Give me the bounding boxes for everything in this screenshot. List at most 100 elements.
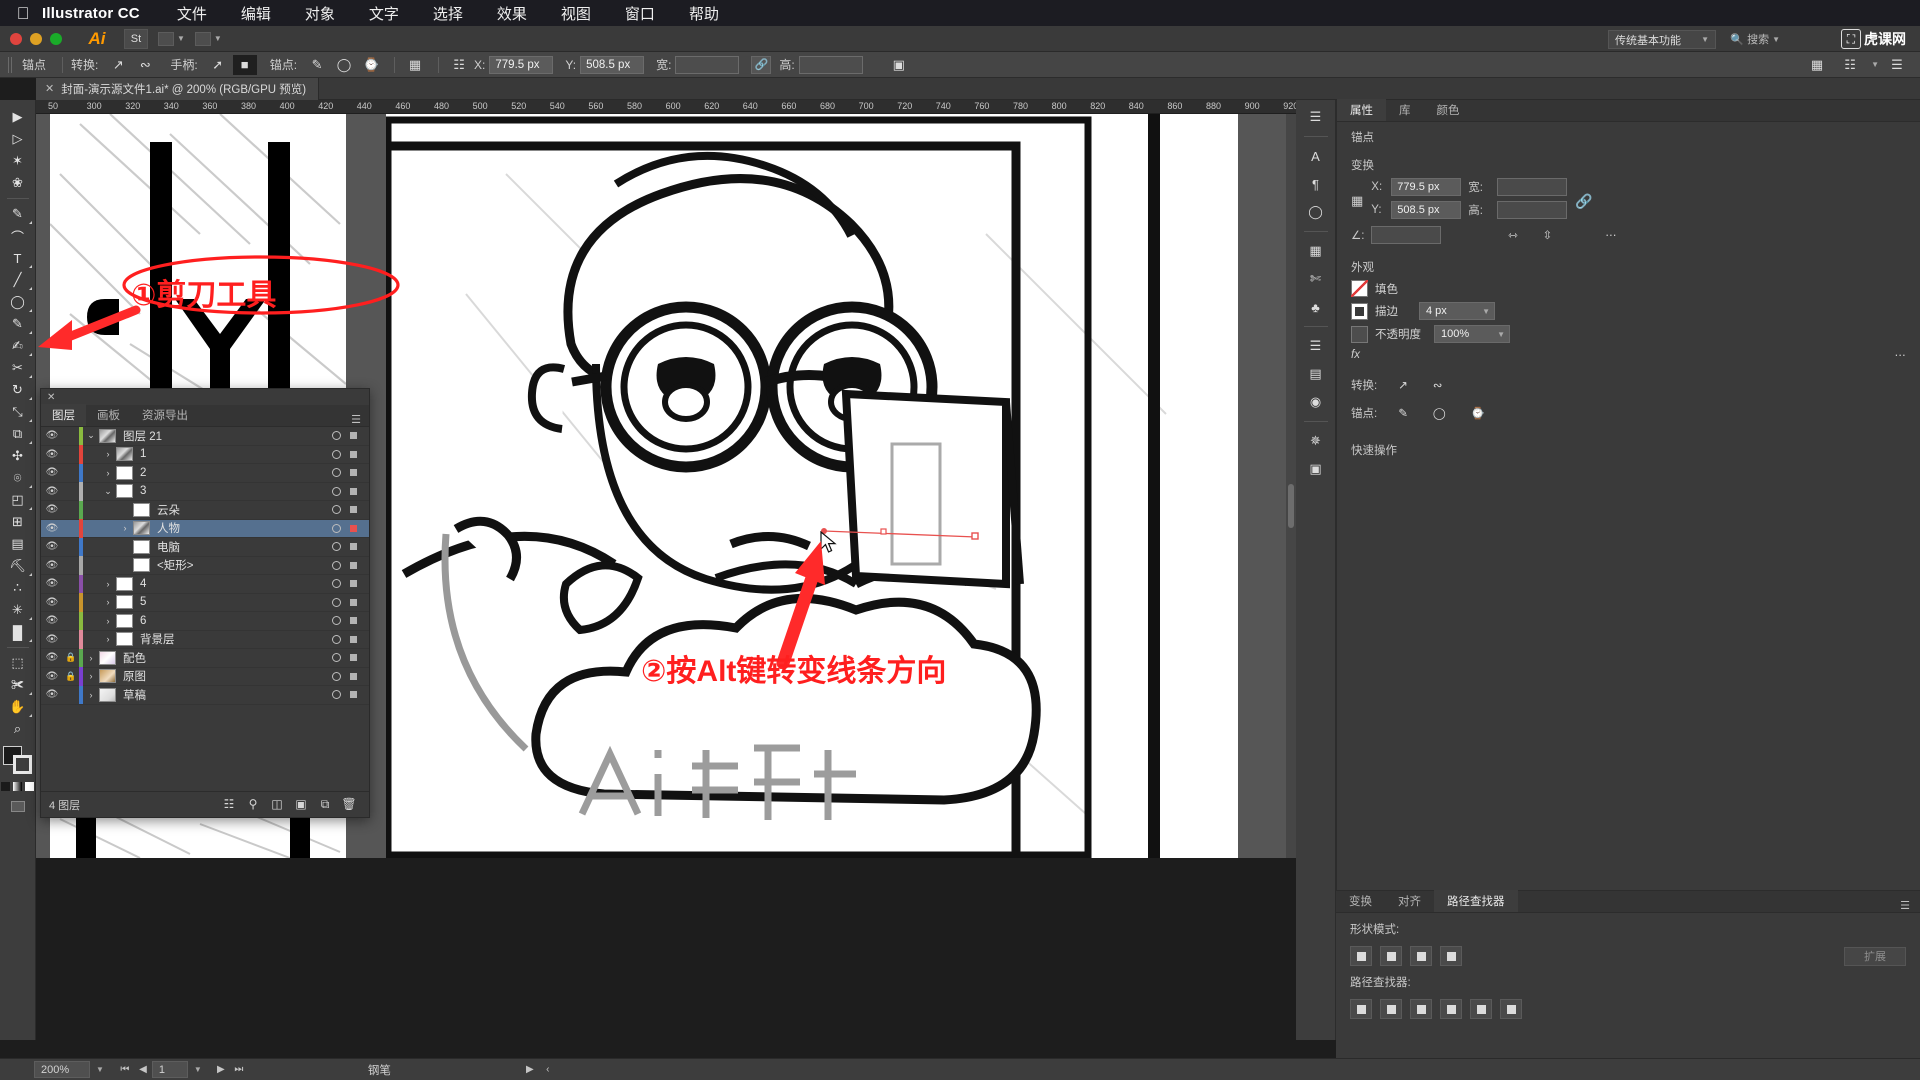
- layer-thumbnail[interactable]: [133, 521, 150, 536]
- tool-column-graph[interactable]: █: [2, 621, 34, 643]
- tool-paintbrush[interactable]: ✎: [2, 313, 34, 335]
- tool-width[interactable]: ⧉: [2, 423, 34, 445]
- panel-menu-icon[interactable]: ☰: [1885, 55, 1909, 75]
- layer-thumbnail[interactable]: [133, 502, 150, 517]
- eye-icon[interactable]: 👁: [41, 578, 63, 589]
- layer-row[interactable]: 👁 › 4: [41, 574, 369, 594]
- tool-slice[interactable]: ✀: [2, 674, 34, 696]
- eye-icon[interactable]: 👁: [41, 652, 63, 663]
- eye-icon[interactable]: 👁: [41, 449, 63, 460]
- tool-hand[interactable]: ✋: [2, 696, 34, 718]
- x-input[interactable]: 779.5 px: [489, 55, 554, 74]
- swatches-icon[interactable]: ▦: [1303, 240, 1329, 262]
- artboards-icon[interactable]: ▣: [1303, 458, 1329, 480]
- stroke-icon[interactable]: ◯: [1303, 201, 1329, 223]
- layer-name[interactable]: 配色: [123, 650, 146, 666]
- locate-object-icon[interactable]: ☷: [217, 797, 241, 812]
- eye-icon[interactable]: 👁: [41, 560, 63, 571]
- tab-layers[interactable]: 图层: [41, 404, 86, 426]
- chevron-right-icon[interactable]: ›: [100, 616, 116, 626]
- chevron-right-icon[interactable]: ›: [100, 634, 116, 644]
- tool-shape-builder[interactable]: ⌾: [2, 467, 34, 489]
- tool-curvature[interactable]: ⌒: [2, 225, 34, 247]
- layer-thumbnail[interactable]: [116, 576, 133, 591]
- artboard-number-input[interactable]: 1: [151, 1061, 188, 1078]
- stroke-row[interactable]: 描边 4 px ▼: [1351, 302, 1906, 320]
- last-artboard-button[interactable]: ⏭: [230, 1064, 248, 1075]
- fx-row[interactable]: fx ⋯: [1351, 348, 1906, 362]
- window-controls[interactable]: [0, 32, 62, 45]
- minimize-window-button[interactable]: [30, 32, 42, 45]
- tool-direct-selection[interactable]: ▷: [2, 128, 34, 150]
- tool-blend[interactable]: ∴: [2, 577, 34, 599]
- layer-row[interactable]: 👁 <矩形>: [41, 556, 369, 575]
- tool-ellipse[interactable]: ◯: [2, 291, 34, 313]
- layer-row[interactable]: 👁 › 人物: [41, 519, 369, 538]
- show-handles-icon[interactable]: ➚: [206, 55, 230, 75]
- x-coordinate-field[interactable]: X: 779.5 px: [474, 55, 554, 74]
- convert-smooth-icon[interactable]: ∾: [1433, 378, 1443, 392]
- anchor-3-icon[interactable]: ⌚: [1471, 406, 1485, 420]
- tab-properties[interactable]: 属性: [1337, 99, 1386, 121]
- tool-perspective-grid[interactable]: ◰: [2, 489, 34, 511]
- menu-item-help[interactable]: 帮助: [672, 3, 736, 24]
- layer-row[interactable]: 👁 › 2: [41, 463, 369, 483]
- first-artboard-button[interactable]: ⏮: [116, 1064, 134, 1075]
- chevron-down-icon[interactable]: ▼: [194, 1065, 202, 1074]
- zoom-level-input[interactable]: 200%: [34, 1061, 90, 1078]
- workspace-switcher[interactable]: 传统基本功能 ▼: [1608, 30, 1716, 49]
- brushes-icon[interactable]: ✄: [1303, 268, 1329, 290]
- layer-name[interactable]: <矩形>: [157, 557, 193, 573]
- tab-transform[interactable]: 变换: [1336, 890, 1385, 912]
- arrange-documents-control[interactable]: ▼: [158, 31, 185, 46]
- layer-name[interactable]: 2: [140, 467, 146, 479]
- screen-mode-buttons[interactable]: [10, 801, 25, 812]
- eye-icon[interactable]: 👁: [41, 634, 63, 645]
- none-swatch-button[interactable]: [25, 782, 34, 791]
- target-circle-icon[interactable]: [332, 431, 341, 441]
- panel-menu-icon[interactable]: ☰: [351, 413, 369, 426]
- flip-vertical-icon[interactable]: ⇳: [1543, 228, 1553, 242]
- eye-icon[interactable]: 👁: [41, 671, 63, 682]
- target-circle-icon[interactable]: [332, 542, 341, 552]
- tool-type[interactable]: T: [2, 247, 34, 269]
- arrange-documents-icon[interactable]: [158, 31, 174, 46]
- apple-logo-icon[interactable]: : [10, 5, 36, 22]
- chevron-down-icon[interactable]: ▼: [1482, 307, 1490, 316]
- layer-row[interactable]: 👁 › 1: [41, 445, 369, 464]
- opacity-input[interactable]: 100% ▼: [1434, 325, 1510, 343]
- chevron-down-icon[interactable]: ⌄: [100, 486, 116, 497]
- layer-thumbnail[interactable]: [116, 632, 133, 647]
- next-artboard-button[interactable]: ▶: [212, 1064, 230, 1075]
- layer-thumbnail[interactable]: [133, 539, 150, 554]
- layer-thumbnail[interactable]: [116, 484, 133, 499]
- delete-layer-icon[interactable]: 🗑: [337, 797, 361, 812]
- search-icon[interactable]: 🔍: [1730, 33, 1744, 46]
- target-circle-icon[interactable]: [332, 579, 341, 589]
- target-circle-icon[interactable]: [332, 560, 341, 570]
- duplicate-layer-icon[interactable]: ⧉: [313, 797, 337, 812]
- hide-handles-icon[interactable]: ■: [232, 54, 257, 75]
- layer-thumbnail[interactable]: [116, 595, 133, 610]
- trim-button[interactable]: [1380, 999, 1402, 1019]
- status-prev-button[interactable]: ‹: [539, 1064, 557, 1075]
- width-field[interactable]: 宽:: [656, 55, 740, 74]
- color-swatch-button[interactable]: [1, 782, 10, 791]
- horizontal-ruler[interactable]: 50 300 320 340 360 380 400 420 440 460 480 500 520 54…: [36, 100, 1296, 114]
- maximize-window-button[interactable]: [50, 32, 62, 45]
- chevron-down-icon[interactable]: ⌄: [83, 430, 99, 441]
- chevron-right-icon[interactable]: ›: [100, 468, 116, 478]
- reference-point-icon[interactable]: ▦: [1351, 193, 1363, 209]
- layer-thumbnail[interactable]: [116, 613, 133, 628]
- layer-name[interactable]: 背景层: [140, 631, 175, 647]
- eye-icon[interactable]: 👁: [41, 597, 63, 608]
- document-tab[interactable]: ✕ 封面-演示源文件1.ai* @ 200% (RGB/GPU 预览): [36, 77, 320, 100]
- chevron-down-icon[interactable]: ▼: [214, 34, 222, 43]
- layer-row[interactable]: 👁 › 5: [41, 593, 369, 612]
- tool-scale[interactable]: ⤡: [2, 401, 34, 423]
- opacity-row[interactable]: 不透明度 100% ▼: [1351, 325, 1906, 343]
- layer-thumbnail[interactable]: [99, 687, 116, 702]
- angle-input[interactable]: [1371, 226, 1441, 244]
- stroke-weight-input[interactable]: 4 px ▼: [1419, 302, 1495, 320]
- y-input[interactable]: 508.5 px: [1391, 201, 1462, 219]
